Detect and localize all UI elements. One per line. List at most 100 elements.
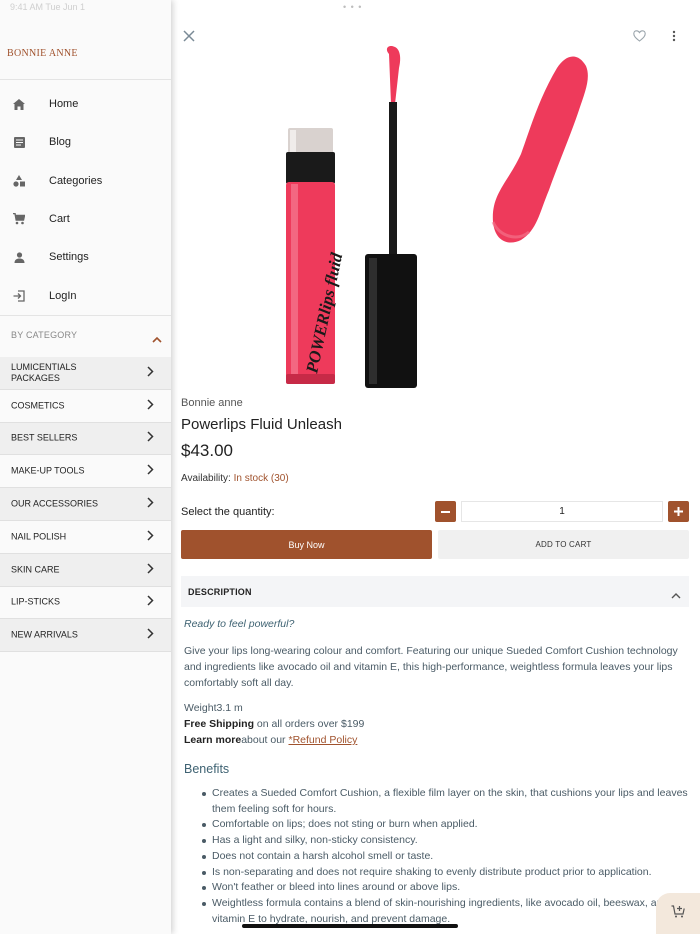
product-price: $43.00 — [181, 441, 233, 460]
category-item-make-up-tools[interactable]: MAKE-UP TOOLS — [0, 455, 171, 489]
by-category-label: BY CATEGORY — [11, 330, 78, 340]
multitask-dots-icon[interactable]: • • • — [343, 2, 362, 12]
availability-label: Availability: — [181, 473, 231, 484]
benefits-list: Creates a Sueded Comfort Cushion, a flex… — [184, 786, 689, 927]
nav-label: Settings — [49, 251, 89, 264]
nav-label: LogIn — [49, 289, 77, 302]
category-item-our-accessories[interactable]: OUR ACCESSORIES — [0, 488, 171, 521]
nav-item-categories[interactable]: Categories — [0, 162, 171, 200]
increase-quantity-button[interactable] — [668, 501, 689, 522]
category-label: LUMICENTIALS PACKAGES — [11, 361, 77, 383]
category-item-new-arrivals[interactable]: NEW ARRIVALS — [0, 619, 171, 653]
quantity-input[interactable] — [461, 501, 663, 522]
free-shipping-rest: on all orders over $199 — [254, 718, 365, 730]
category-item-best-sellers[interactable]: BEST SELLERS — [0, 422, 171, 456]
category-item-skin-care[interactable]: SKIN CARE — [0, 553, 171, 587]
divider — [0, 315, 171, 316]
nav-label: Cart — [49, 213, 70, 226]
status-bar: 9:41 AM Tue Jun 1 • • • — [0, 0, 700, 16]
description-accordion-header[interactable]: DESCRIPTION — [181, 576, 689, 607]
category-label: MAKE-UP TOOLS — [11, 465, 85, 476]
category-label: NAIL POLISH — [11, 531, 67, 542]
stock-count: (30) — [270, 473, 289, 484]
cart-plus-icon — [671, 904, 685, 923]
learn-more-text: Learn moreabout our *Refund Policy — [184, 732, 689, 748]
floating-cart-button[interactable] — [656, 893, 700, 934]
chevron-right-icon — [147, 528, 154, 546]
description-paragraph: Give your lips long-wearing colour and c… — [184, 645, 678, 689]
divider — [0, 79, 171, 80]
chevron-right-icon — [147, 593, 154, 611]
person-icon — [12, 250, 26, 264]
home-indicator[interactable] — [242, 924, 458, 928]
brand-logo: BONNIE ANNE — [7, 48, 78, 59]
buy-now-button[interactable]: Buy Now — [181, 530, 432, 559]
learn-more-rest: about our — [241, 734, 289, 746]
category-item-nail-polish[interactable]: NAIL POLISH — [0, 520, 171, 554]
status-time: 9:41 AM Tue Jun 1 — [10, 2, 86, 12]
category-label: BEST SELLERS — [11, 432, 78, 443]
category-item-cosmetics[interactable]: COSMETICS — [0, 389, 171, 423]
category-label: SKIN CARE — [11, 564, 60, 575]
chevron-right-icon — [147, 429, 154, 447]
product-brand: Bonnie anne — [181, 397, 243, 409]
nav-label: Categories — [49, 174, 103, 187]
category-item-lumicentials-packages[interactable]: LUMICENTIALS PACKAGES — [0, 357, 171, 390]
nav-item-home[interactable]: Home — [0, 85, 171, 123]
product-title: Powerlips Fluid Unleash — [181, 416, 342, 433]
stock-status: In stock — [233, 473, 269, 484]
chevron-right-icon — [147, 462, 154, 480]
nav-item-settings[interactable]: Settings — [0, 238, 171, 276]
product-image: POWERlips fluid — [286, 45, 588, 388]
category-list: LUMICENTIALS PACKAGES COSMETICS BEST SEL… — [0, 357, 171, 653]
chevron-right-icon — [147, 626, 154, 644]
benefits-heading: Benefits — [184, 762, 230, 776]
more-vertical-icon[interactable] — [672, 29, 676, 47]
nav-item-login[interactable]: LogIn — [0, 276, 171, 314]
benefit-item: Comfortable on lips; does not sting or b… — [202, 817, 689, 833]
by-category-toggle[interactable]: BY CATEGORY — [0, 322, 171, 348]
decrease-quantity-button[interactable] — [435, 501, 456, 522]
side-drawer: BONNIE ANNE Home Blog Categories Cart Se… — [0, 0, 171, 934]
learn-more-bold: Learn more — [184, 734, 242, 746]
benefit-item: Is non-separating and does not require s… — [202, 865, 689, 881]
benefit-item: Does not contain a harsh alcohol smell o… — [202, 849, 689, 865]
nav-label: Home — [49, 98, 79, 111]
close-icon[interactable] — [183, 29, 195, 47]
category-item-lip-sticks[interactable]: LIP-STICKS — [0, 586, 171, 620]
category-label: COSMETICS — [11, 400, 65, 411]
category-label: LIP-STICKS — [11, 596, 61, 607]
categories-icon — [12, 174, 26, 188]
drawer-nav: Home Blog Categories Cart Settings LogIn — [0, 85, 171, 315]
description-body: Ready to feel powerful? Give your lips l… — [184, 616, 689, 927]
free-shipping-bold: Free Shipping — [184, 718, 255, 730]
chevron-right-icon — [147, 561, 154, 579]
weight-text: Weight3.1 m — [184, 702, 243, 714]
description-heading: DESCRIPTION — [188, 587, 252, 597]
nav-item-blog[interactable]: Blog — [0, 123, 171, 161]
benefit-item: Weightless formula contains a blend of s… — [202, 896, 689, 927]
description-tagline: Ready to feel powerful? — [184, 618, 295, 630]
add-to-cart-button[interactable]: ADD TO CART — [438, 530, 689, 559]
home-icon — [12, 97, 26, 111]
availability: Availability: In stock (30) — [181, 473, 289, 484]
benefit-item: Won't feather or bleed into lines around… — [202, 880, 689, 896]
nav-item-cart[interactable]: Cart — [0, 200, 171, 238]
benefit-item: Has a light and silky, non-sticky consis… — [202, 833, 689, 849]
blog-icon — [12, 135, 26, 149]
heart-icon[interactable] — [633, 29, 646, 47]
quantity-stepper — [435, 501, 689, 522]
chevron-up-icon — [671, 586, 681, 604]
free-shipping-text: Free Shipping on all orders over $199 — [184, 716, 689, 732]
nav-label: Blog — [49, 136, 72, 149]
chevron-right-icon — [147, 364, 154, 382]
cart-icon — [12, 212, 26, 226]
chevron-right-icon — [147, 495, 154, 513]
product-detail: POWERlips fluid Bonnie anne Powerlips Fl… — [171, 0, 700, 934]
login-icon — [12, 289, 26, 303]
refund-policy-link[interactable]: *Refund Policy — [288, 734, 357, 746]
category-label: OUR ACCESSORIES — [11, 498, 99, 509]
quantity-label: Select the quantity: — [181, 506, 275, 518]
category-label: NEW ARRIVALS — [11, 629, 78, 640]
benefit-item: Creates a Sueded Comfort Cushion, a flex… — [202, 786, 689, 817]
